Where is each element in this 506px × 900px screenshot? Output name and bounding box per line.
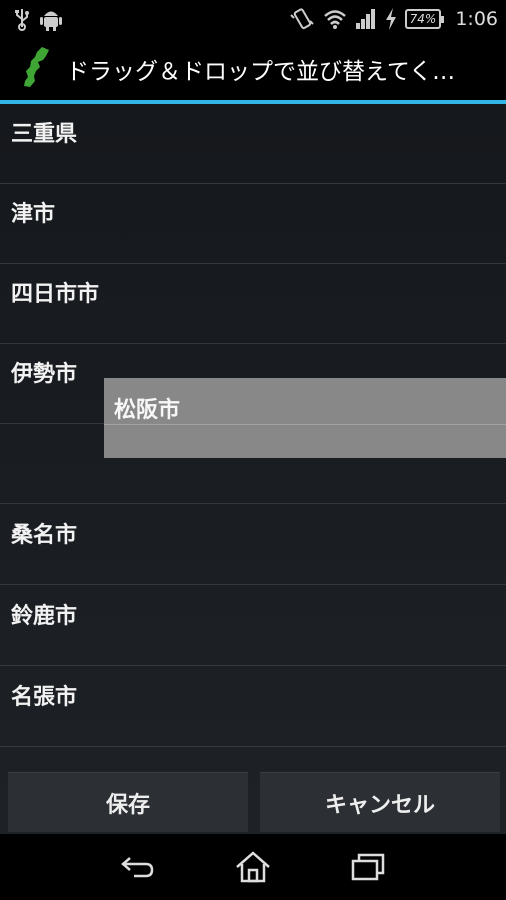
list-item-label: 名張市	[11, 685, 78, 710]
drag-divider	[104, 424, 506, 425]
list-item[interactable]: 鈴鹿市	[0, 586, 506, 666]
android-icon	[40, 7, 62, 31]
clock: 1:06	[455, 8, 498, 30]
list-item[interactable]: 桑名市	[0, 505, 506, 585]
page-title: ドラッグ＆ドロップで並び替えてく…	[66, 59, 456, 85]
list-item-label: 三重県	[11, 122, 78, 147]
cancel-button[interactable]: キャンセル	[260, 772, 500, 832]
signal-icon	[355, 8, 377, 30]
button-bar: 保存 キャンセル	[0, 770, 506, 834]
sortable-list: 三重県 津市 四日市市 伊勢市 桑名市 鈴鹿市 名張市 松阪市	[0, 104, 506, 834]
dragging-list-item[interactable]: 松阪市	[104, 378, 506, 458]
status-bar: 74% 1:06	[0, 0, 506, 38]
list-item-label: 津市	[11, 202, 56, 227]
recent-apps-icon[interactable]	[338, 842, 398, 892]
charging-icon	[385, 8, 397, 30]
list-item-label: 四日市市	[11, 282, 100, 307]
vibrate-icon	[289, 7, 315, 31]
back-icon[interactable]	[108, 842, 168, 892]
mie-prefecture-icon	[22, 46, 52, 92]
list-item-label: 鈴鹿市	[11, 604, 78, 629]
list-item[interactable]: 津市	[0, 184, 506, 264]
status-notifications	[14, 7, 62, 31]
list-item[interactable]: 四日市市	[0, 264, 506, 344]
list-item[interactable]: 名張市	[0, 667, 506, 747]
list-item[interactable]: 三重県	[0, 104, 506, 184]
usb-icon	[14, 7, 30, 31]
dragging-item-label: 松阪市	[114, 398, 181, 423]
battery-indicator: 74%	[404, 9, 444, 29]
home-icon[interactable]	[223, 842, 283, 892]
action-bar: ドラッグ＆ドロップで並び替えてく…	[0, 38, 506, 100]
wifi-icon	[323, 8, 347, 30]
status-indicators: 74% 1:06	[289, 7, 498, 31]
save-button[interactable]: 保存	[8, 772, 248, 832]
navigation-bar	[0, 834, 506, 900]
list-item-label: 桑名市	[11, 523, 78, 548]
list-item-label: 伊勢市	[11, 362, 78, 387]
